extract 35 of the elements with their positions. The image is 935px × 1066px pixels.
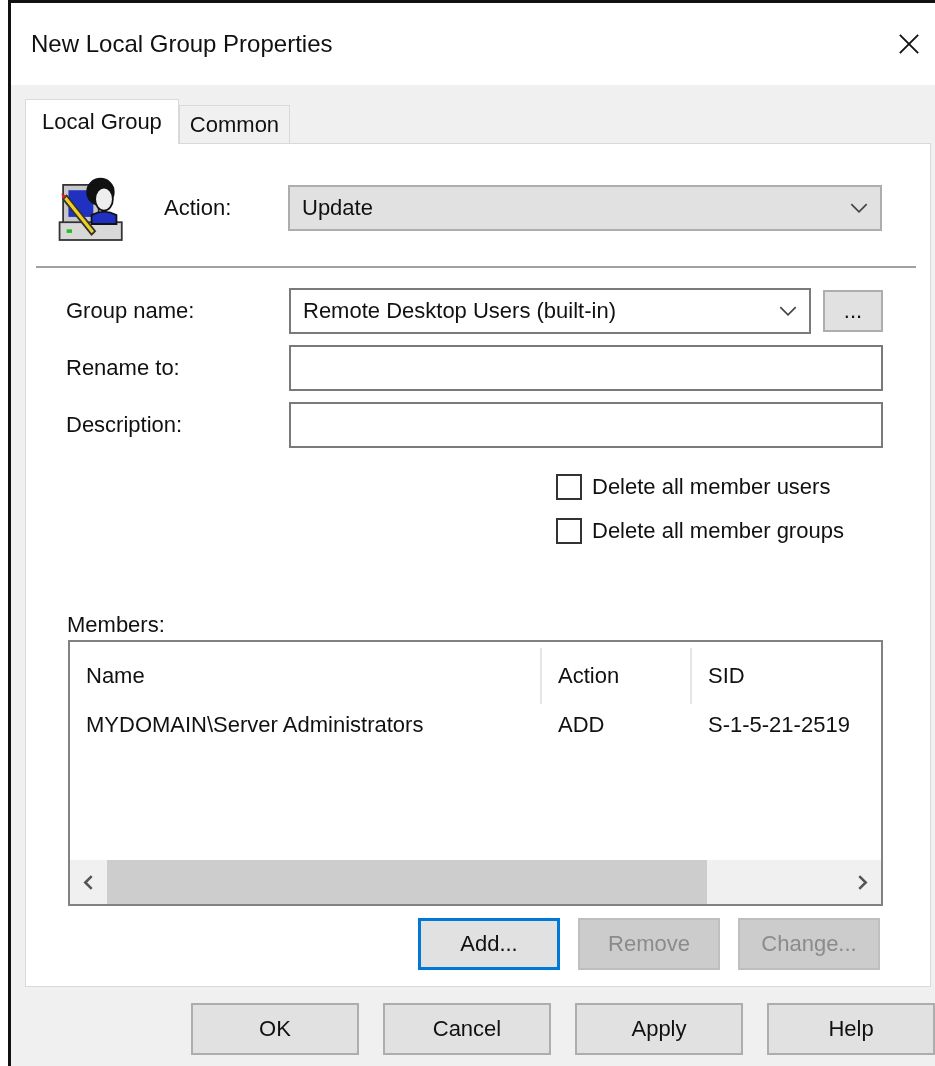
field-label: Description: [66, 412, 184, 438]
horizontal-scrollbar[interactable] [70, 860, 881, 904]
table-cell-text: MYDOMAIN\Server Administrators [85, 711, 425, 738]
checkbox[interactable] [556, 474, 582, 500]
scrollbar-thumb[interactable] [107, 860, 707, 904]
dialog-button[interactable]: Help [767, 1003, 935, 1055]
tab[interactable]: Local Group [25, 99, 179, 144]
field-label: Group name: [66, 298, 196, 324]
table-cell-text: S-1-5-21-2519 [707, 711, 851, 738]
browse-button[interactable]: ... [823, 290, 883, 332]
input-field[interactable] [289, 402, 883, 448]
input-field[interactable] [289, 345, 883, 391]
dialog-button[interactable]: Cancel [383, 1003, 551, 1055]
table-cell-text: ADD [557, 711, 606, 738]
column-header[interactable]: SID [692, 648, 881, 704]
window-title: New Local Group Properties [31, 30, 334, 58]
action-dropdown[interactable]: Update [288, 185, 882, 231]
members-label: Members: [67, 612, 166, 638]
field-label: Rename to: [66, 355, 181, 381]
group-name-dropdown[interactable]: Remote Desktop Users (built-in) [289, 288, 811, 334]
tab[interactable]: Common [178, 105, 291, 143]
column-header[interactable]: Action [542, 648, 692, 704]
close-icon[interactable] [898, 33, 920, 55]
member-button[interactable]: Add... [418, 918, 560, 970]
dialog-button[interactable]: OK [191, 1003, 359, 1055]
dialog-button[interactable]: Apply [575, 1003, 743, 1055]
column-header[interactable]: Name [70, 648, 542, 704]
chevron-down-icon[interactable] [779, 305, 797, 317]
chevron-down-icon[interactable] [850, 202, 868, 214]
checkbox-label: Delete all member users [592, 474, 831, 500]
action-label: Action: [164, 195, 233, 221]
checkbox[interactable] [556, 518, 582, 544]
scroll-right-icon[interactable] [857, 874, 868, 890]
checkbox-label: Delete all member groups [592, 518, 844, 544]
scroll-left-icon[interactable] [83, 874, 94, 890]
